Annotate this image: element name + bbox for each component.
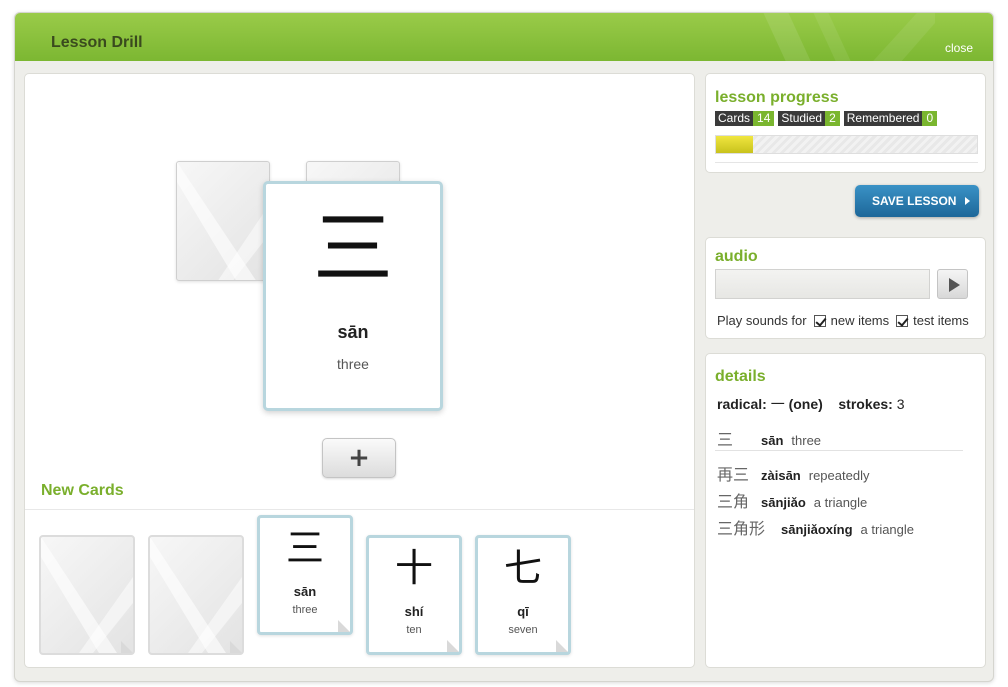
cards-badge: Cards 14 (715, 111, 775, 126)
badge-count: 2 (825, 111, 840, 126)
new-card-shi[interactable]: 十 shí ten (366, 535, 462, 655)
details-divider (715, 450, 963, 451)
strokes-label: strokes: (838, 396, 893, 412)
word-pinyin: sānjiǎo (761, 495, 806, 510)
detail-pinyin: sān (761, 433, 784, 448)
checkbox-checked-icon[interactable] (813, 314, 826, 327)
radical-label: radical: (717, 396, 767, 412)
chevron-right-icon (965, 197, 970, 205)
radical-line: radical: 一 (one) strokes: 3 (717, 394, 905, 414)
add-card-button[interactable]: + (322, 438, 396, 478)
details-title: details (715, 368, 766, 385)
badge-label: Studied (778, 111, 826, 126)
new-cards-divider (25, 509, 694, 510)
save-lesson-button[interactable]: SAVE LESSON (855, 185, 979, 217)
card-meaning: seven (508, 624, 538, 636)
detail-character: 三 (717, 430, 734, 449)
page-curl-icon (338, 620, 350, 632)
audio-title: audio (715, 248, 758, 265)
close-link[interactable]: close (945, 41, 973, 55)
radical-meaning: (one) (788, 396, 823, 412)
word-characters: 再三 (717, 465, 750, 484)
badge-count: 14 (753, 111, 775, 126)
stacked-card-back-left (176, 161, 270, 281)
card-character: 三 (285, 526, 324, 570)
new-items-label[interactable]: new items (831, 313, 890, 328)
word-pinyin: zàisān (761, 468, 801, 483)
test-items-label[interactable]: test items (913, 313, 969, 328)
progress-badges: Cards 14 Studied 2 Remembered 0 (715, 111, 938, 126)
strokes-value: 3 (896, 396, 905, 412)
page-curl-icon (556, 640, 568, 652)
detail-main-row: 三 sān three (717, 426, 821, 450)
badge-label: Remembered (843, 111, 923, 126)
card-character: 十 (394, 546, 433, 590)
header-decoration (763, 13, 935, 61)
audio-options: Play sounds for new items test items (717, 313, 969, 328)
plus-icon: + (348, 443, 370, 473)
badge-label: Cards (715, 111, 754, 126)
new-card-slot (39, 535, 135, 655)
word-meaning: a triangle (813, 495, 868, 510)
badge-count: 0 (922, 111, 938, 126)
word-characters: 三角形 (717, 519, 766, 538)
word-meaning: a triangle (860, 522, 915, 537)
audio-track[interactable] (715, 269, 930, 299)
studied-badge: Studied 2 (778, 111, 840, 126)
card-character: 七 (503, 546, 542, 590)
word-row: 三角 sānjiǎo a triangle (717, 488, 867, 512)
lesson-progress-bar (715, 135, 978, 154)
new-card-qi[interactable]: 七 qī seven (475, 535, 571, 655)
checkbox-checked-icon[interactable] (896, 314, 909, 327)
word-characters: 三角 (717, 492, 750, 511)
play-icon (949, 278, 960, 292)
page-curl-icon (230, 641, 242, 653)
card-pinyin: sān (293, 584, 317, 599)
remembered-badge: Remembered 0 (843, 111, 938, 126)
word-row: 三角形 sānjiǎoxíng a triangle (717, 515, 914, 539)
word-meaning: repeatedly (808, 468, 870, 483)
new-card-san[interactable]: 三 sān three (257, 515, 353, 635)
play-button[interactable] (937, 269, 968, 299)
details-box: details radical: 一 (one) strokes: 3 三 sā… (705, 353, 986, 668)
drill-panel: 三 sān three + New Cards 三 sān three 十 sh… (24, 73, 695, 668)
save-lesson-label: SAVE LESSON (872, 194, 957, 208)
lesson-drill-window: Lesson Drill close 三 sān three + New Car… (14, 12, 994, 682)
new-cards-title: New Cards (41, 482, 124, 499)
lesson-progress-title: lesson progress (715, 89, 839, 106)
progress-divider (715, 162, 978, 163)
card-pinyin: shí (404, 604, 424, 619)
new-card-slot (148, 535, 244, 655)
detail-meaning: three (791, 433, 822, 448)
card-meaning: three (337, 356, 369, 372)
progress-bar-fill (716, 136, 753, 153)
card-meaning: three (292, 604, 318, 616)
word-pinyin: sānjiǎoxíng (781, 522, 853, 537)
window-title: Lesson Drill (51, 34, 143, 51)
card-pinyin: sān (337, 322, 369, 342)
play-sounds-label: Play sounds for (717, 313, 807, 328)
header-bar: Lesson Drill close (15, 13, 993, 61)
audio-box: audio Play sounds for new items test ite… (705, 237, 986, 339)
card-character: 三 (313, 202, 393, 295)
lesson-progress-box: lesson progress Cards 14 Studied 2 Remem… (705, 73, 986, 173)
current-flashcard[interactable]: 三 sān three (263, 181, 443, 411)
page-curl-icon (121, 641, 133, 653)
page-curl-icon (447, 640, 459, 652)
word-row: 再三 zàisān repeatedly (717, 461, 869, 485)
card-meaning: ten (406, 624, 422, 636)
card-pinyin: qī (517, 604, 529, 619)
radical-value: 一 (770, 397, 785, 413)
